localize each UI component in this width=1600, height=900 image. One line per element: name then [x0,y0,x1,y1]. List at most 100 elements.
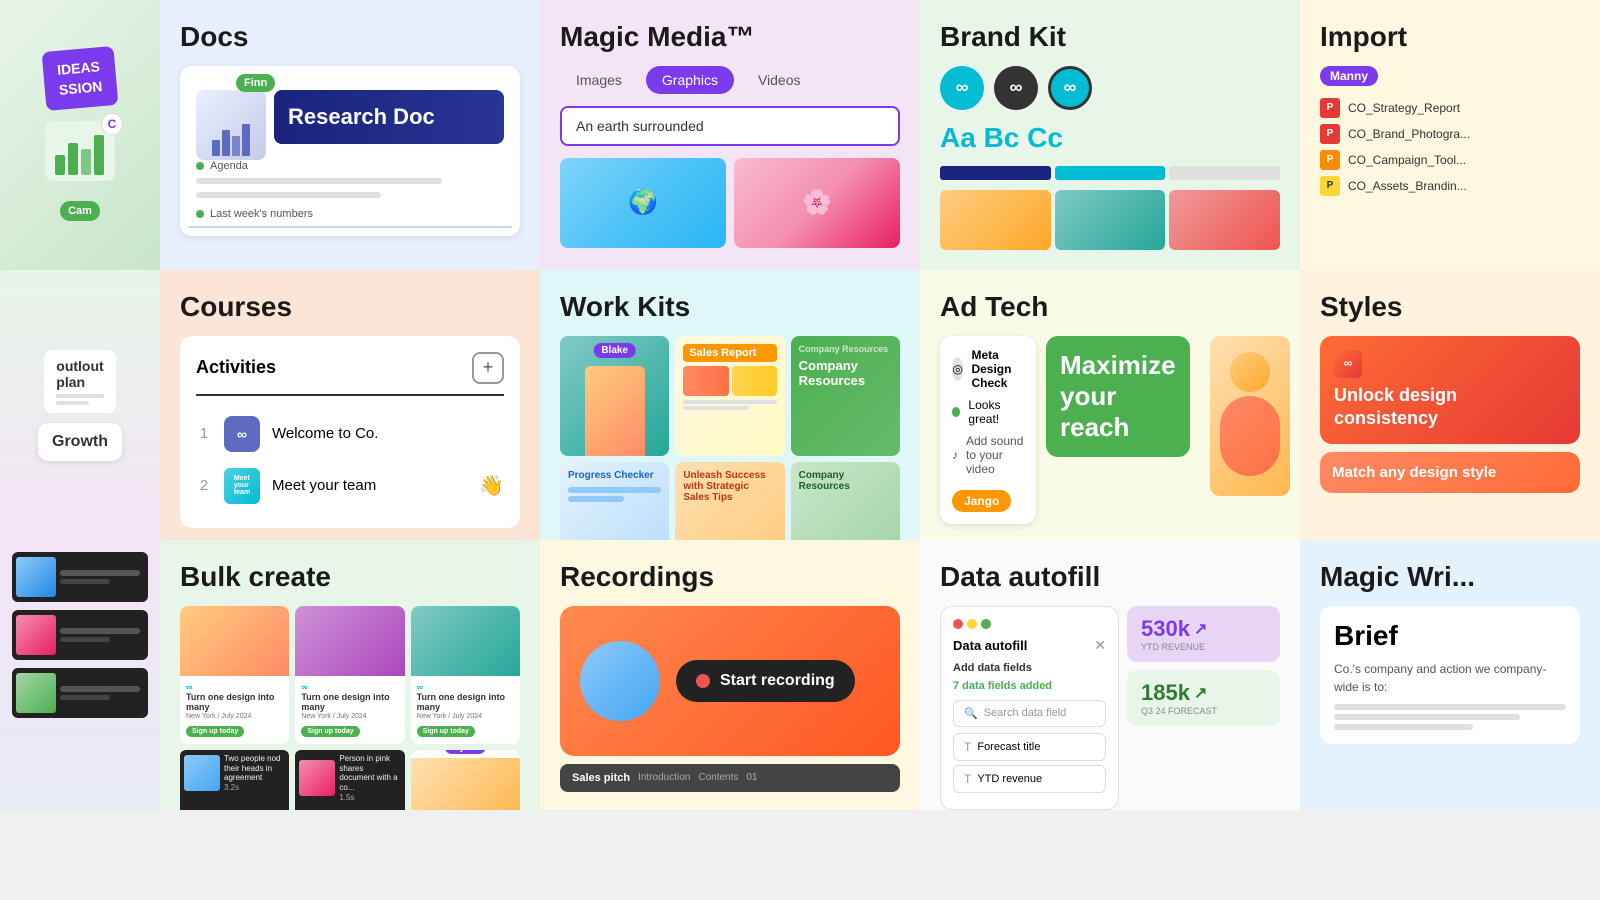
import-title: Import [1320,20,1580,54]
magic-media-cell: Magic Media™ Images Graphics Videos 🌍 🌸 [540,0,920,270]
finn-badge: Finn [236,74,275,92]
ad-tech-title: Ad Tech [940,290,1280,324]
activity-label-2: Meet your team [272,477,467,494]
mm-tab-graphics[interactable]: Graphics [646,66,734,94]
import-user-badge: Manny [1320,66,1378,86]
work-kits-title: Work Kits [560,290,900,324]
data-autofill-cell: Data autofill Data autofill ✕ Add data f… [920,540,1300,810]
da-search-icon: 🔍 [964,707,978,720]
dylan-badge: Dylan [445,750,486,754]
file-icon-orange: P [1320,150,1340,170]
styles-title: Styles [1320,290,1580,324]
da-panel-title: Data autofill [953,638,1027,653]
da-field-type-icon-2: T [964,772,971,786]
mw-brief-panel: Brief Co.'s company and action we compan… [1320,606,1580,744]
da-search-field[interactable]: 🔍 Search data field [953,700,1106,727]
import-file-3: P CO_Campaign_Tool... [1320,150,1580,170]
mw-brief-heading: Brief [1334,620,1566,652]
brand-kit-cell: Brand Kit ∞ ∞ ∞ Aa Bc Cc [920,0,1300,270]
mm-search-input[interactable] [560,106,900,146]
adtech-check-card: ◎ Meta Design Check Looks great! ♪ Add s… [940,336,1036,524]
sales-report-card: Sales Report [683,344,776,362]
activities-plus-button[interactable]: + [472,352,504,384]
docs-meta: Agenda Last week's numbers [196,160,504,220]
courses-title: Courses [180,290,520,324]
bulk-card-1: ∞ Turn one design into many New York / J… [180,606,289,745]
da-field-1[interactable]: T Forecast title [953,733,1106,761]
mm-flowers-image: 🌸 [734,158,900,248]
import-file-1: P CO_Strategy_Report [1320,98,1580,118]
activity-label-1: Welcome to Co. [272,425,504,442]
recordings-cell: Recordings Start recording Sales pitch I… [540,540,920,810]
docs-cell: Docs Finn Research Doc Agenda [160,0,540,270]
magic-write-title: Magic Wri... [1320,560,1580,594]
bk-logo-3: ∞ [1048,66,1092,110]
mm-tab-videos[interactable]: Videos [742,66,817,94]
ideas-box: IDEASSSION [42,46,118,111]
da-window-dots [953,619,1106,629]
activities-header: Activities + [196,352,504,396]
company-resources-card-1: Company Resources Company Resources [791,336,900,456]
progress-checker-card: Progress Checker [560,462,669,540]
bk-photo-1 [940,190,1051,250]
start-recording-label: Start recording [720,672,835,690]
magic-write-cell: Magic Wri... Brief Co.'s company and act… [1300,540,1600,810]
file-icon-yellow: P [1320,176,1340,196]
docs-card-header: Research Doc [274,90,504,144]
da-field-2[interactable]: T YTD revenue [953,765,1106,793]
ad-tech-cell: Ad Tech ◎ Meta Design Check Looks great!… [920,270,1300,540]
rec-dot-icon [696,674,710,688]
hand-cursor-icon: 👋 [479,473,504,498]
blake-badge: Blake [593,340,636,358]
bulk-video-1: Two people nod their heads in agreement … [180,750,289,810]
mm-tab-images[interactable]: Images [560,66,638,94]
adtech-person-image [1210,336,1290,496]
left-edge-3 [0,540,160,810]
styles-co-icon: ∞ [1334,350,1362,378]
mm-tabs: Images Graphics Videos [560,66,900,94]
import-files: P CO_Strategy_Report P CO_Brand_Photogra… [1320,98,1580,196]
file-icon-red: P [1320,98,1340,118]
import-file-4: P CO_Assets_Brandin... [1320,176,1580,196]
da-close-button[interactable]: ✕ [1094,637,1106,654]
import-file-2: P CO_Brand_Photogra... [1320,124,1580,144]
activities-title: Activities [196,357,276,378]
mw-brief-text: Co.'s company and action we company-wide… [1334,660,1566,696]
activity-thumb-2: Meetyourteam [224,468,260,504]
activity-icon-1: ∞ [224,416,260,452]
bulk-card-4: Dylan Turn one design into many [411,750,520,810]
left-edge-2: outloutplan Activities Growth [0,270,160,540]
mm-image-grid: 🌍 🌸 [560,158,900,248]
import-cell: Import Manny P CO_Strategy_Report P CO_B… [1300,0,1600,270]
bulk-create-title: Bulk create [180,560,520,594]
bulk-card-3: ∞ Turn one design into many New York / J… [411,606,520,745]
adtech-music-icon: ♪ [952,448,958,462]
pitch-introduction: Introduction [638,772,690,783]
start-recording-button[interactable]: Start recording [676,660,855,702]
styles-match-card: Match any design style [1320,452,1580,493]
da-fields-added: 7 data fields added [953,680,1106,692]
mm-earth-image: 🌍 [560,158,726,248]
rec-avatar [580,641,660,721]
docs-card: Finn Research Doc Agenda Last week's nu [180,66,520,236]
bulk-video-2: Person in pink shares document with a co… [295,750,404,810]
adtech-layout: ◎ Meta Design Check Looks great! ♪ Add s… [940,336,1280,524]
adtech-meta-icon: ◎ [952,357,963,381]
da-stats-area: 530k ↗ YTD REVENUE 185k ↗ Q3 24 FORECAST [1127,606,1280,810]
adtech-jango-badge: Jango [952,490,1011,512]
activity-item-1[interactable]: 1 ∞ Welcome to Co. [196,408,504,460]
styles-unlock-card: ∞ Unlock design consistency [1320,336,1580,445]
growth-label: Growth [38,423,122,461]
recordings-main-area: Start recording [560,606,900,756]
left-edge-1: IDEASSSION C Cam [0,0,160,270]
activity-num-1: 1 [196,425,212,442]
da-stat-2: 185k ↗ Q3 24 FORECAST [1127,670,1280,726]
da-stat-1: 530k ↗ YTD REVENUE [1127,606,1280,662]
brand-kit-title: Brand Kit [940,20,1280,54]
activity-num-2: 2 [196,477,212,494]
da-field-type-icon: T [964,740,971,754]
file-icon-red-2: P [1320,124,1340,144]
activity-item-2[interactable]: 2 Meetyourteam Meet your team 👋 [196,460,504,512]
adtech-maximize-banner: Maximize your reach [1046,336,1190,458]
bk-logo-1: ∞ [940,66,984,110]
